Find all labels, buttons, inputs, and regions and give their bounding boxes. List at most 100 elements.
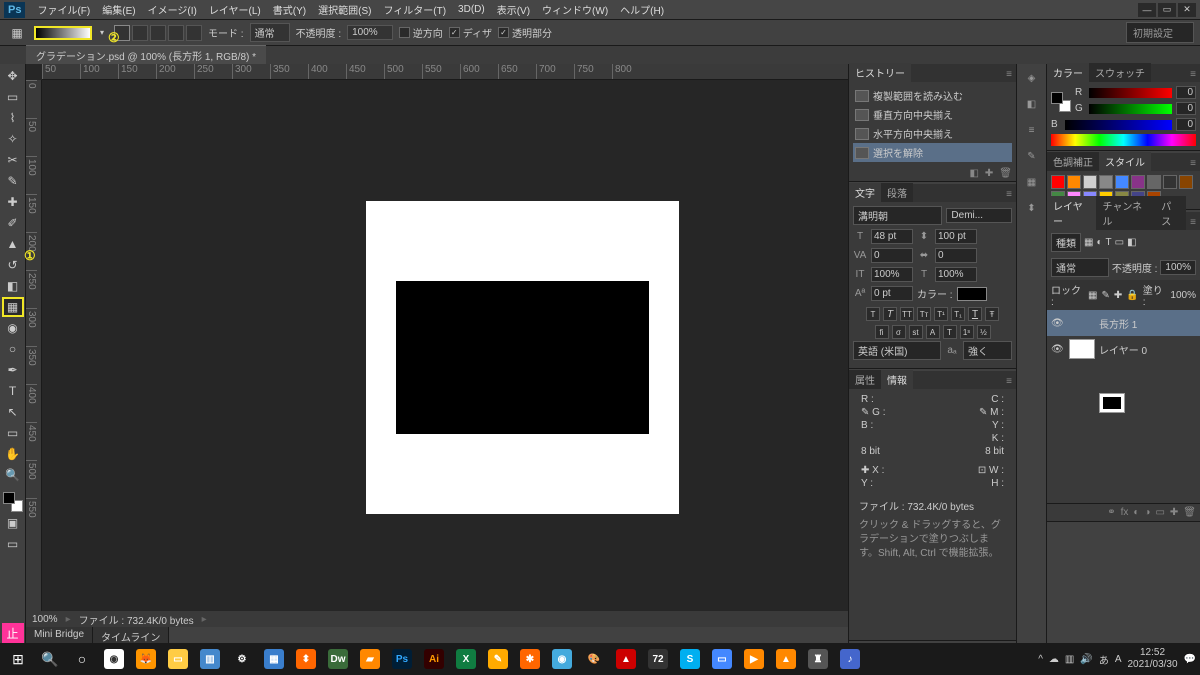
style-swatch[interactable]	[1115, 175, 1129, 189]
type-tool[interactable]: T	[2, 381, 24, 401]
taskbar-app1[interactable]: ▥	[196, 645, 224, 673]
taskbar-photoshop[interactable]: Ps	[388, 645, 416, 673]
history-item[interactable]: 垂直方向中央揃え	[853, 105, 1012, 124]
style-swatch[interactable]	[1051, 175, 1065, 189]
taskbar-app2[interactable]: ▦	[260, 645, 288, 673]
leading-input[interactable]: 100 pt	[935, 229, 977, 244]
red-slider[interactable]	[1089, 88, 1172, 98]
kerning-input[interactable]: 0	[871, 248, 913, 263]
taskbar-sublime[interactable]: ▰	[356, 645, 384, 673]
history-item[interactable]: 選択を解除	[853, 143, 1012, 162]
zoom-level[interactable]: 100%	[32, 614, 58, 625]
strip-icon-2[interactable]: ◧	[1022, 94, 1042, 114]
taskbar-chrome[interactable]: ◉	[100, 645, 128, 673]
shape-tool[interactable]: ▭	[2, 423, 24, 443]
fx-icon[interactable]: fx	[1121, 507, 1129, 518]
color-swatches[interactable]	[3, 492, 23, 512]
style-swatch[interactable]	[1179, 175, 1193, 189]
taskbar-illustrator[interactable]: Ai	[420, 645, 448, 673]
eraser-tool[interactable]: ◧	[2, 276, 24, 296]
filter-type-icon[interactable]: T	[1106, 237, 1112, 248]
tray-vol-icon[interactable]: 🔊	[1080, 654, 1092, 665]
rectangle-shape[interactable]	[396, 281, 649, 434]
menu-view[interactable]: 表示(V)	[491, 0, 536, 19]
ot-ordinal[interactable]: 1ˢ	[960, 325, 974, 339]
taskbar-app10[interactable]: ▶	[740, 645, 768, 673]
screenmode-tool[interactable]: ▭	[2, 534, 24, 554]
transparent-checkbox[interactable]: ✓	[498, 27, 509, 38]
layer-thumb[interactable]	[1069, 339, 1095, 359]
info-menu-icon[interactable]: ≡	[1002, 374, 1016, 389]
taskbar-avira[interactable]: ▲	[612, 645, 640, 673]
document-tab[interactable]: グラデーション.psd @ 100% (長方形 1, RGB/8) *	[26, 45, 266, 65]
hscale-input[interactable]: 100%	[935, 267, 977, 282]
taskbar-app6[interactable]: ◉	[548, 645, 576, 673]
style-swatch[interactable]	[1163, 175, 1177, 189]
layers-menu-icon[interactable]: ≡	[1186, 215, 1200, 230]
taskbar-firefox[interactable]: 🦊	[132, 645, 160, 673]
menu-3d[interactable]: 3D(D)	[452, 2, 491, 17]
dither-checkbox[interactable]: ✓	[449, 27, 460, 38]
layer-filter-select[interactable]: 種類	[1051, 233, 1081, 252]
style-swatch[interactable]	[1131, 175, 1145, 189]
tab-swatches[interactable]: スウォッチ	[1089, 63, 1151, 82]
strip-icon-3[interactable]: ≡	[1022, 120, 1042, 140]
cortana-icon[interactable]: ○	[68, 645, 96, 673]
group-icon[interactable]: ▭	[1155, 507, 1164, 518]
tab-character[interactable]: 文字	[849, 183, 881, 202]
red-value[interactable]: 0	[1176, 86, 1196, 99]
history-new-icon[interactable]: ✚	[985, 168, 993, 179]
menu-window[interactable]: ウィンドウ(W)	[536, 0, 614, 19]
layer-opacity-input[interactable]: 100%	[1160, 260, 1196, 275]
minimize-button[interactable]: —	[1138, 3, 1156, 17]
new-layer-icon[interactable]: ✚	[1170, 507, 1178, 518]
lock-trans-icon[interactable]: ▦	[1088, 290, 1097, 301]
green-value[interactable]: 0	[1176, 102, 1196, 115]
smallcaps-button[interactable]: Tᴛ	[917, 307, 931, 321]
start-button[interactable]: ⊞	[4, 645, 32, 673]
strip-icon-1[interactable]: ◈	[1022, 68, 1042, 88]
styles-menu-icon[interactable]: ≡	[1186, 156, 1200, 171]
lock-pixel-icon[interactable]: ✎	[1101, 290, 1109, 301]
gradient-reflected[interactable]	[168, 25, 184, 41]
menu-filter[interactable]: フィルター(T)	[377, 0, 452, 19]
antialias-select[interactable]: 強く	[963, 341, 1012, 360]
blue-slider[interactable]	[1065, 120, 1172, 130]
clock[interactable]: 12:522021/03/30	[1127, 647, 1177, 671]
filter-shape-icon[interactable]: ▭	[1115, 237, 1124, 248]
ot-swash[interactable]: A	[926, 325, 940, 339]
menu-image[interactable]: イメージ(I)	[142, 0, 203, 19]
move-tool[interactable]: ✥	[2, 66, 24, 86]
menu-edit[interactable]: 編集(E)	[96, 0, 141, 19]
gradient-diamond[interactable]	[186, 25, 202, 41]
healing-tool[interactable]: ✚	[2, 192, 24, 212]
tray-up-icon[interactable]: ^	[1038, 654, 1043, 665]
language-select[interactable]: 英語 (米国)	[853, 341, 941, 360]
path-tool[interactable]: ↖	[2, 402, 24, 422]
strip-icon-5[interactable]: ▦	[1022, 172, 1042, 192]
ot-fi[interactable]: fi	[875, 325, 889, 339]
ot-titling[interactable]: T	[943, 325, 957, 339]
tab-paragraph[interactable]: 段落	[881, 183, 913, 202]
font-family-select[interactable]: 溝明朝	[853, 206, 942, 225]
green-slider[interactable]	[1089, 104, 1172, 114]
visibility-icon[interactable]: 👁	[1051, 344, 1065, 355]
tray-ime-icon[interactable]: あ	[1099, 652, 1109, 667]
underline-button[interactable]: T	[968, 307, 982, 321]
delete-layer-icon[interactable]: 🗑	[1183, 507, 1196, 518]
history-item[interactable]: 水平方向中央揃え	[853, 124, 1012, 143]
opacity-select[interactable]: 100%	[347, 25, 393, 40]
layer-item[interactable]: 👁 長方形 1	[1047, 310, 1200, 336]
italic-button[interactable]: T	[883, 307, 897, 321]
tab-info[interactable]: 情報	[881, 370, 913, 389]
mode-select[interactable]: 通常	[250, 23, 290, 42]
history-snapshot-icon[interactable]: ◧	[969, 168, 978, 179]
tab-layers[interactable]: レイヤー	[1047, 196, 1096, 230]
mask-icon[interactable]: ◐	[1133, 507, 1139, 518]
font-size-input[interactable]: 48 pt	[871, 229, 913, 244]
text-color-swatch[interactable]	[957, 287, 987, 301]
taskbar-app5[interactable]: ✱	[516, 645, 544, 673]
layer-name[interactable]: 長方形 1	[1099, 316, 1137, 331]
font-weight-select[interactable]: Demi...	[946, 208, 1012, 223]
gradient-radial[interactable]	[132, 25, 148, 41]
